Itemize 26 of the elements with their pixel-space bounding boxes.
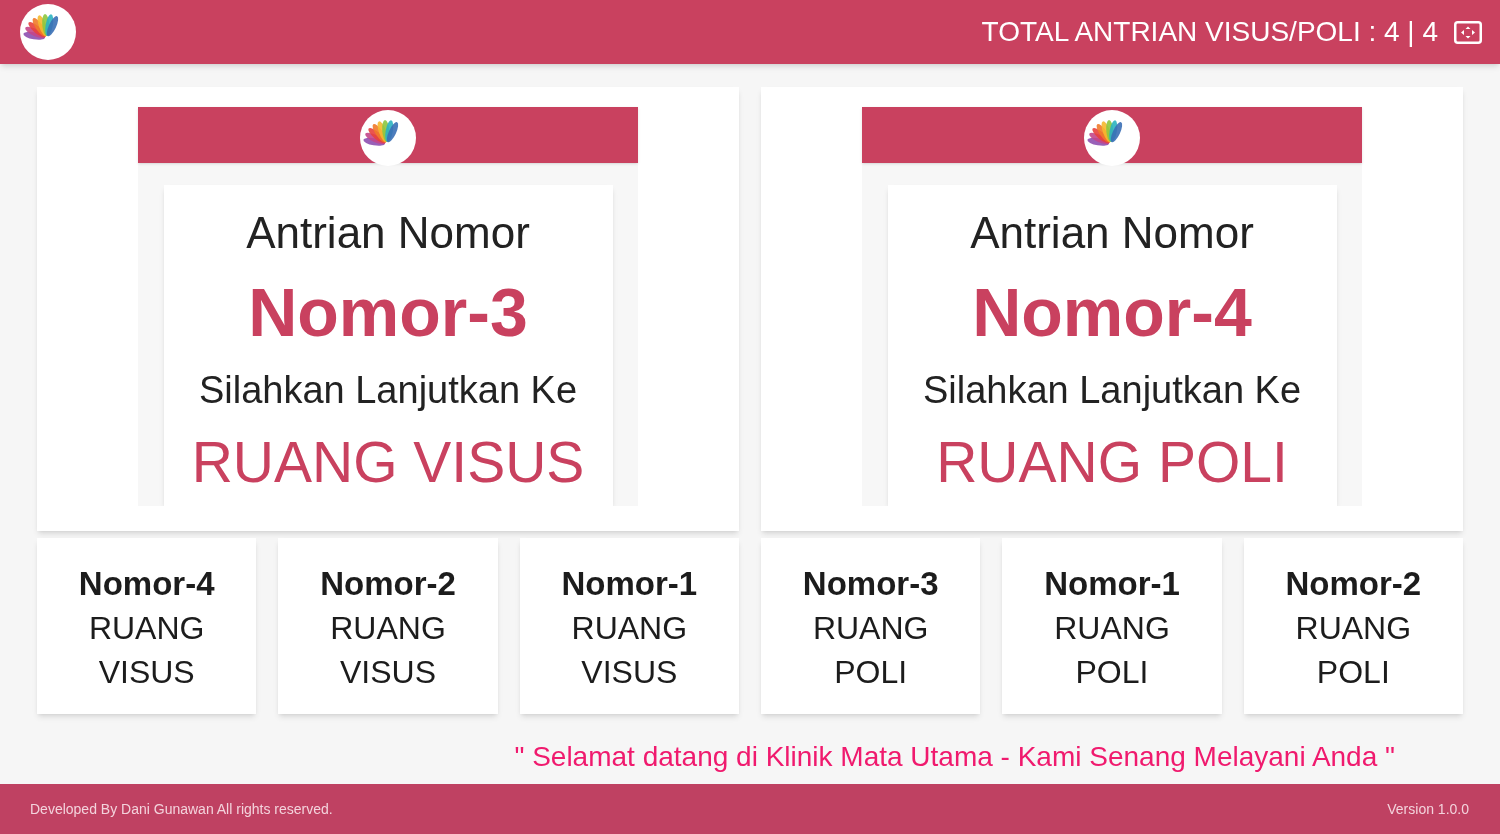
tile-room: RUANG VISUS xyxy=(87,609,206,692)
ticket-room: RUANG VISUS xyxy=(191,429,585,496)
tile-number: Nomor-4 xyxy=(78,564,215,604)
ticket-number: Nomor-3 xyxy=(248,273,528,352)
ticket-instruction: Silahkan Lanjutkan Ke xyxy=(922,368,1302,413)
fullscreen-icon[interactable] xyxy=(1454,20,1482,44)
tile-room: RUANG POLI xyxy=(811,609,930,692)
tile-room: RUANG VISUS xyxy=(329,609,447,692)
tile-room: RUANG VISUS xyxy=(570,609,689,692)
ticket-room: RUANG POLI xyxy=(936,429,1288,496)
footer-credit: Developed By Dani Gunawan All rights reserved. xyxy=(30,799,333,819)
tile-room: RUANG POLI xyxy=(1053,609,1171,692)
tile-number: Nomor-1 xyxy=(1044,564,1180,604)
ticket-heading: Antrian Nomor xyxy=(246,207,530,259)
tile-number: Nomor-2 xyxy=(320,564,456,604)
ticket-number: Nomor-4 xyxy=(972,273,1252,352)
footer-version: Version 1.0.0 xyxy=(1387,799,1469,819)
welcome-marquee: " Selamat datang di Klinik Mata Utama - Kami Senang Melayani Anda " xyxy=(514,740,1395,774)
tile-number: Nomor-3 xyxy=(802,564,939,604)
tile-number: Nomor-2 xyxy=(1285,564,1422,604)
tile-room: RUANG POLI xyxy=(1294,609,1413,692)
total-queue-title: TOTAL ANTRIAN VISUS/POLI : 4 | 4 xyxy=(981,18,1438,46)
tile-number: Nomor-1 xyxy=(561,564,698,604)
ticket-heading: Antrian Nomor xyxy=(970,207,1254,259)
ticket-instruction: Silahkan Lanjutkan Ke xyxy=(198,368,578,413)
logo-icon xyxy=(20,4,76,60)
